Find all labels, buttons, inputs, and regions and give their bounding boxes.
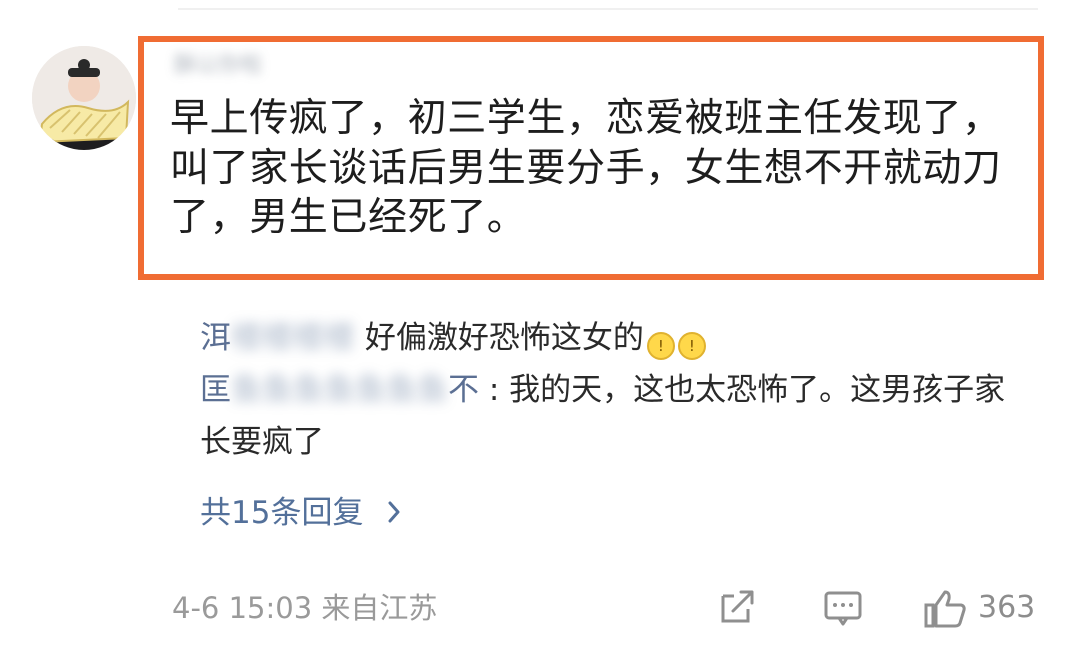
- shocked-emoji-icon: !: [677, 332, 706, 360]
- more-replies-label: 共15条回复: [200, 495, 364, 531]
- shocked-emoji-icon: !: [646, 332, 675, 360]
- reply-1[interactable]: 洱楼楼楼楼 好偏激好恐怖这女的!!: [200, 312, 1010, 364]
- reply-user-name: 洱: [200, 320, 231, 356]
- chevron-right-icon: [388, 501, 400, 523]
- avatar-image: [32, 46, 136, 150]
- thumbs-up-icon: [924, 590, 966, 628]
- reply-user-blur: 鱼鱼鱼鱼鱼鱼鱼: [231, 372, 448, 408]
- comment-button[interactable]: [822, 586, 864, 630]
- comment-text: 早上传疯了，初三学生，恋爱被班主任发现了，叫了家长谈话后男生要分手，女生想不开就…: [170, 96, 1002, 240]
- more-replies-link[interactable]: 共15条回复: [200, 488, 403, 538]
- comment-meta: 4-6 15:03 来自江苏: [172, 591, 438, 625]
- like-button[interactable]: 363: [922, 586, 1052, 630]
- reply-user-blur: 楼楼楼楼: [231, 320, 355, 356]
- reply-user[interactable]: 匡鱼鱼鱼鱼鱼鱼鱼不: [200, 372, 489, 408]
- comment-username[interactable]: 酥以你啦: [174, 52, 309, 80]
- top-divider: [178, 8, 1038, 10]
- comment-icon: [824, 591, 862, 626]
- reply-text: 好偏激好恐怖这女的: [364, 320, 644, 356]
- avatar[interactable]: [32, 46, 136, 150]
- reply-user-end: 不: [448, 372, 479, 408]
- like-count: 363: [978, 590, 1036, 625]
- reply-user-name: 匡: [200, 372, 231, 408]
- share-icon: [721, 590, 754, 623]
- reply-2[interactable]: 匡鱼鱼鱼鱼鱼鱼鱼不 : 我的天，这也太恐怖了。这男孩子家长要疯了: [200, 364, 1010, 468]
- share-button[interactable]: [718, 586, 758, 630]
- reply-user[interactable]: 洱楼楼楼楼: [200, 320, 365, 356]
- reply-list: 洱楼楼楼楼 好偏激好恐怖这女的!! 匡鱼鱼鱼鱼鱼鱼鱼不 : 我的天，这也太恐怖了…: [200, 312, 1010, 468]
